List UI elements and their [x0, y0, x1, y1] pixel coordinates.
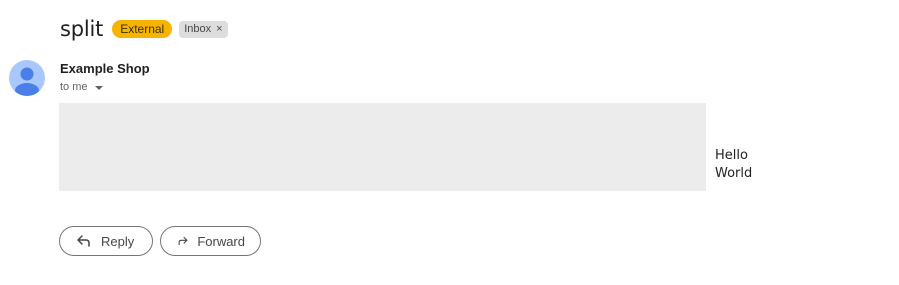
email-subject-row: split External Inbox × — [60, 17, 228, 41]
recipients-text: to me — [60, 81, 88, 93]
inbox-label-chip[interactable]: Inbox × — [179, 20, 228, 38]
email-body-line: Hello — [715, 148, 748, 163]
remove-label-icon[interactable]: × — [216, 21, 222, 38]
email-actions: Reply Forward — [59, 226, 261, 256]
email-subject: split — [60, 17, 104, 41]
caret-down-icon — [94, 85, 103, 90]
forward-arrow-icon — [178, 236, 188, 246]
forward-label: Forward — [197, 233, 245, 249]
recipients-toggle[interactable]: to me — [60, 80, 103, 94]
reply-label: Reply — [101, 233, 135, 249]
forward-button[interactable]: Forward — [160, 226, 261, 256]
email-body-line: World — [715, 166, 753, 181]
sender-name[interactable]: Example Shop — [60, 61, 150, 77]
email-image-placeholder — [59, 103, 706, 191]
email-body: Hello World — [715, 147, 752, 183]
person-icon — [15, 67, 39, 96]
reply-button[interactable]: Reply — [59, 226, 153, 256]
email-view: split External Inbox × Example Shop to m… — [0, 0, 899, 285]
sender-avatar[interactable] — [9, 60, 45, 96]
reply-arrow-icon — [77, 235, 90, 247]
external-label-badge: External — [112, 20, 173, 38]
inbox-label-text: Inbox — [184, 22, 212, 35]
